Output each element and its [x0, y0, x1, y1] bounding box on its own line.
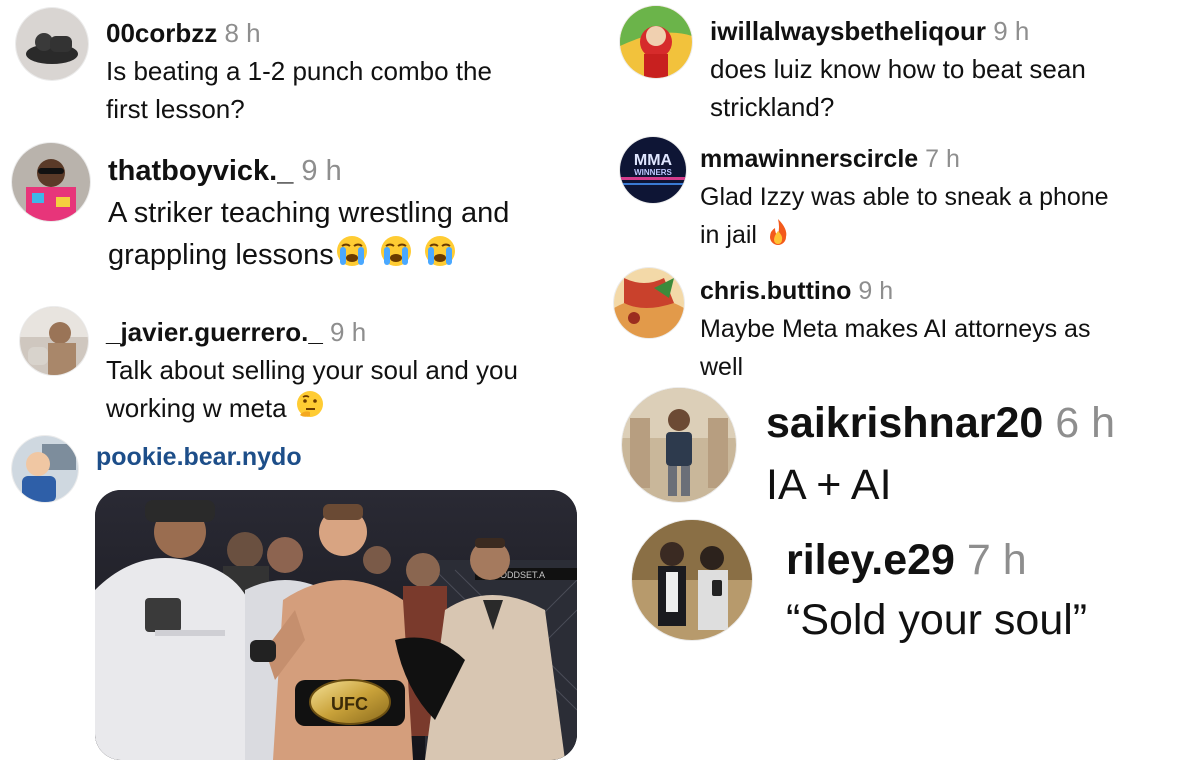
comment-line: well	[700, 353, 744, 381]
loudly-crying-face-icon	[378, 234, 414, 280]
avatar[interactable]	[632, 520, 752, 640]
comment-text: Glad Izzy was able to sneak a phone in j…	[700, 178, 1200, 258]
comment-line: A striker teaching wrestling and	[108, 197, 510, 229]
mma-logo-text: MMA	[634, 152, 673, 169]
timestamp: 8 h	[224, 18, 261, 48]
comment-line: does luiz know how to beat sean	[710, 54, 1086, 84]
comment-line-with-emoji: in jail	[700, 216, 1200, 258]
comment-line: in jail	[700, 221, 757, 249]
comment-line: Is beating a 1-2 punch combo the	[106, 56, 492, 86]
comment-line: Glad Izzy was able to sneak a phone	[700, 183, 1109, 211]
banner-text: ODDSET.A	[500, 570, 545, 580]
comment-line: Talk about selling your soul and you	[106, 355, 518, 385]
username[interactable]: riley.e29	[786, 536, 955, 584]
comment-line-with-emoji: working w meta	[106, 389, 606, 431]
avatar[interactable]	[12, 143, 90, 221]
username[interactable]: pookie.bear.nydo	[96, 443, 302, 471]
avatar[interactable]	[16, 8, 88, 80]
timestamp: 9 h	[330, 317, 367, 347]
comment-line: strickland?	[710, 92, 835, 122]
comment-line: working w meta	[106, 393, 287, 424]
timestamp: 6 h	[1055, 399, 1116, 447]
username[interactable]: chris.buttino	[700, 277, 851, 305]
comment-text: A striker teaching wrestling and grappli…	[108, 192, 608, 280]
comment-text: does luiz know how to beat sean strickla…	[710, 50, 1200, 126]
timestamp: 7 h	[925, 145, 960, 173]
username[interactable]: 00corbzz	[106, 18, 217, 48]
comment-text: IA + AI	[766, 461, 892, 509]
loudly-crying-face-icon	[334, 234, 370, 280]
comment-line: first lesson?	[106, 94, 245, 124]
avatar[interactable]: MMA WINNERS	[620, 137, 686, 203]
timestamp: 7 h	[966, 536, 1027, 584]
mma-logo-subtext: WINNERS	[634, 168, 672, 177]
comment-text: “Sold your soul”	[786, 596, 1088, 644]
username[interactable]: iwillalwaysbetheliqour	[710, 16, 986, 46]
gif-attachment[interactable]: ODDSET.A UFC	[95, 490, 577, 760]
avatar[interactable]	[20, 307, 88, 375]
comment-line-with-emoji: grappling lessons	[108, 234, 608, 280]
comment-text: Maybe Meta makes AI attorneys as well	[700, 310, 1200, 386]
loudly-crying-face-icon	[422, 234, 458, 280]
comment-text: Talk about selling your soul and you wor…	[106, 351, 606, 431]
username[interactable]: saikrishnar20	[766, 399, 1043, 447]
comment-text: Is beating a 1-2 punch combo the first l…	[106, 52, 606, 128]
avatar[interactable]	[622, 388, 736, 502]
username[interactable]: _javier.guerrero._	[106, 317, 323, 347]
belt-text: UFC	[331, 694, 368, 714]
comment-line: grappling lessons	[108, 239, 334, 271]
timestamp: 9 h	[858, 277, 894, 305]
username[interactable]: thatboyvick._	[108, 155, 293, 187]
fire-icon	[764, 217, 792, 258]
avatar[interactable]	[12, 436, 78, 502]
avatar[interactable]	[620, 6, 692, 78]
comment-line: Maybe Meta makes AI attorneys as	[700, 315, 1091, 343]
timestamp: 9 h	[301, 155, 342, 187]
timestamp: 9 h	[993, 16, 1030, 46]
avatar[interactable]	[614, 268, 684, 338]
thinking-face-icon	[294, 389, 326, 431]
username[interactable]: mmawinnerscircle	[700, 145, 918, 173]
